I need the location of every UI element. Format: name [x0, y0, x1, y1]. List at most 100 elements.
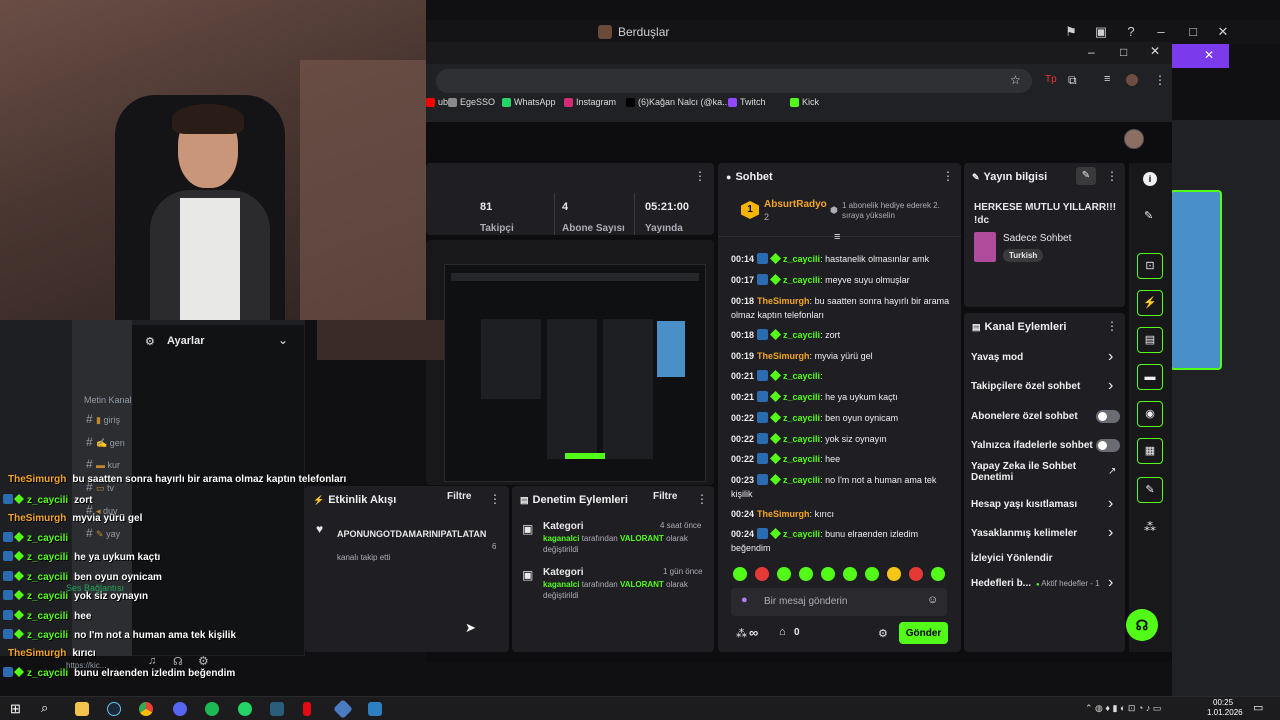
- channel-action-row[interactable]: İzleyici Yönlendir: [966, 549, 1122, 573]
- chat-bubble-icon[interactable]: ▬: [1137, 364, 1163, 390]
- filter-icon[interactable]: ≡: [834, 231, 840, 243]
- channel-action-row[interactable]: Hedefleri b... › ● Aktif hedefler - 1: [966, 574, 1122, 598]
- edit-icon[interactable]: ✎: [1076, 167, 1096, 185]
- stream-preview[interactable]: [444, 264, 706, 482]
- channel-action-row[interactable]: Yasaklanmış kelimeler ›: [966, 524, 1122, 548]
- emote-icon[interactable]: [821, 567, 835, 581]
- chat-username[interactable]: z_caycili: [783, 454, 820, 464]
- chat-username[interactable]: TheSimurgh: [757, 509, 810, 519]
- discord-channel[interactable]: # ✍ gen: [86, 435, 125, 449]
- store-icon[interactable]: ⌂: [779, 626, 786, 638]
- discord-channel[interactable]: # ▮ giriş: [86, 412, 120, 426]
- channel-action-row[interactable]: Hesap yaşı kısıtlaması ›: [966, 495, 1122, 519]
- bookmark-item[interactable]: Instagram: [564, 97, 616, 107]
- chevron-right-icon[interactable]: ›: [1108, 495, 1113, 513]
- flag-icon[interactable]: ⚑: [1064, 25, 1078, 39]
- mic-icon[interactable]: ●: [741, 594, 748, 606]
- chat-username[interactable]: z_caycili: [783, 330, 820, 340]
- menu-icon[interactable]: ⋮: [1154, 73, 1166, 87]
- chat-message[interactable]: 00:22 z_caycili: hee: [731, 452, 951, 466]
- chevron-right-icon[interactable]: ›: [1108, 524, 1113, 542]
- app-icon[interactable]: [368, 702, 382, 716]
- document-icon[interactable]: ▤: [1137, 327, 1163, 353]
- stats-menu-icon[interactable]: ⋮: [694, 169, 706, 183]
- app-icon[interactable]: [270, 702, 284, 716]
- discord-channel[interactable]: # ✎ yay: [86, 526, 120, 540]
- notification-bar[interactable]: ✕: [1172, 44, 1229, 68]
- emote-icon[interactable]: [755, 567, 769, 581]
- chat-username[interactable]: z_caycili: [783, 475, 820, 485]
- tag-pill[interactable]: Turkish: [1003, 249, 1044, 262]
- chat-message[interactable]: 00:18 z_caycili: zort: [731, 328, 951, 342]
- channel-action-row[interactable]: Yalnızca ifadelerle sohbet: [966, 436, 1122, 460]
- channel-action-row[interactable]: Yavaş mod ›: [966, 348, 1122, 372]
- layers-icon[interactable]: ▦: [1137, 438, 1163, 464]
- chat-username[interactable]: z_caycili: [783, 275, 820, 285]
- bookmark-item[interactable]: (6)Kağan Nalcı (@ka...: [626, 97, 730, 107]
- address-bar[interactable]: ☆: [436, 69, 1032, 93]
- bookmark-item[interactable]: WhatsApp: [502, 97, 556, 107]
- chevron-down-icon[interactable]: ⌄: [278, 333, 288, 347]
- profile-avatar[interactable]: [1126, 74, 1138, 86]
- chat-message[interactable]: 00:21 z_caycili:: [731, 369, 951, 383]
- channel-action-row[interactable]: Yapay Zeka ile Sohbet Denetimi ↗: [966, 461, 1122, 485]
- emote-icon[interactable]: [777, 567, 791, 581]
- chat-message[interactable]: 00:23 z_caycili: no I'm not a human ama t…: [731, 473, 951, 501]
- netflix-icon[interactable]: [303, 702, 311, 716]
- chat-username[interactable]: z_caycili: [783, 413, 820, 423]
- extension-icon[interactable]: Tp: [1045, 74, 1057, 85]
- minimize-icon[interactable]: –: [1088, 45, 1095, 59]
- chat-message[interactable]: 00:22 z_caycili: yok siz oynayın: [731, 432, 951, 446]
- chat-username[interactable]: z_caycili: [783, 434, 820, 444]
- mic-icon[interactable]: ♫: [148, 655, 156, 667]
- search-icon[interactable]: ⌕: [41, 700, 48, 716]
- emote-icon[interactable]: [733, 567, 747, 581]
- people-icon[interactable]: ⁂: [736, 627, 747, 640]
- chat-message[interactable]: 00:18 TheSimurgh: bu saatten sonra hayırl…: [731, 294, 951, 322]
- close-icon[interactable]: ✕: [1216, 25, 1230, 39]
- moderation-menu-icon[interactable]: ⋮: [696, 492, 708, 506]
- windows-start-icon[interactable]: ⊞: [10, 701, 21, 717]
- send-button[interactable]: Gönder: [899, 622, 948, 644]
- emote-icon[interactable]: [887, 567, 901, 581]
- bookmark-item[interactable]: EgeSSO: [448, 97, 495, 107]
- chat-input[interactable]: ● Bir mesaj gönderin ☺: [731, 588, 947, 616]
- bookmark-item[interactable]: Twitch: [728, 97, 766, 107]
- channel-action-row[interactable]: Abonelere özel sohbet: [966, 407, 1122, 431]
- chat-message[interactable]: 00:14 z_caycili: hastanelik olmasınlar am…: [731, 252, 951, 266]
- emote-icon[interactable]: [843, 567, 857, 581]
- puzzle-icon[interactable]: ⧉: [1068, 73, 1077, 88]
- chevron-right-icon[interactable]: ›: [1108, 574, 1113, 592]
- moderation-filter-button[interactable]: Filtre: [653, 491, 677, 502]
- bookmark-item[interactable]: Kick: [790, 97, 819, 107]
- channel-actions-menu-icon[interactable]: ⋮: [1106, 319, 1118, 333]
- toggle-switch[interactable]: [1096, 410, 1120, 423]
- chat-settings-icon[interactable]: ⚙: [878, 627, 888, 640]
- discord-channel[interactable]: # ▬ kur: [86, 457, 120, 471]
- settings-gear-icon[interactable]: ⚙: [198, 654, 209, 668]
- chevron-right-icon[interactable]: ›: [1108, 348, 1113, 366]
- info-icon[interactable]: i: [1143, 172, 1157, 186]
- chat-username[interactable]: TheSimurgh: [757, 296, 810, 306]
- emoji-icon[interactable]: ☺: [927, 594, 938, 606]
- emote-icon[interactable]: [909, 567, 923, 581]
- discord-icon[interactable]: [173, 702, 187, 716]
- chat-username[interactable]: TheSimurgh: [757, 351, 810, 361]
- stream-info-menu-icon[interactable]: ⋮: [1106, 169, 1118, 183]
- notifications-icon[interactable]: ▭: [1253, 701, 1263, 714]
- toggle-switch[interactable]: [1096, 439, 1120, 452]
- emote-icon[interactable]: [799, 567, 813, 581]
- pencil-icon[interactable]: ✎: [1144, 209, 1153, 222]
- chat-message[interactable]: 00:17 z_caycili: meyve suyu olmuşlar: [731, 273, 951, 287]
- chat-message[interactable]: 00:19 TheSimurgh: myvia yürü gel: [731, 349, 951, 363]
- chat-message[interactable]: 00:24 TheSimurgh: kırıcı: [731, 507, 951, 521]
- app-icon[interactable]: [333, 699, 353, 719]
- minimize-icon[interactable]: –: [1154, 25, 1168, 39]
- file-explorer-icon[interactable]: [75, 702, 89, 716]
- user-avatar[interactable]: [1124, 129, 1144, 149]
- chat-message[interactable]: 00:24 z_caycili: bunu elraenden izledim b…: [731, 527, 951, 555]
- close-icon[interactable]: ✕: [1150, 44, 1160, 58]
- chat-username[interactable]: z_caycili: [783, 254, 820, 264]
- chrome-icon[interactable]: [139, 702, 153, 716]
- bolt-icon[interactable]: ⚡: [1137, 290, 1163, 316]
